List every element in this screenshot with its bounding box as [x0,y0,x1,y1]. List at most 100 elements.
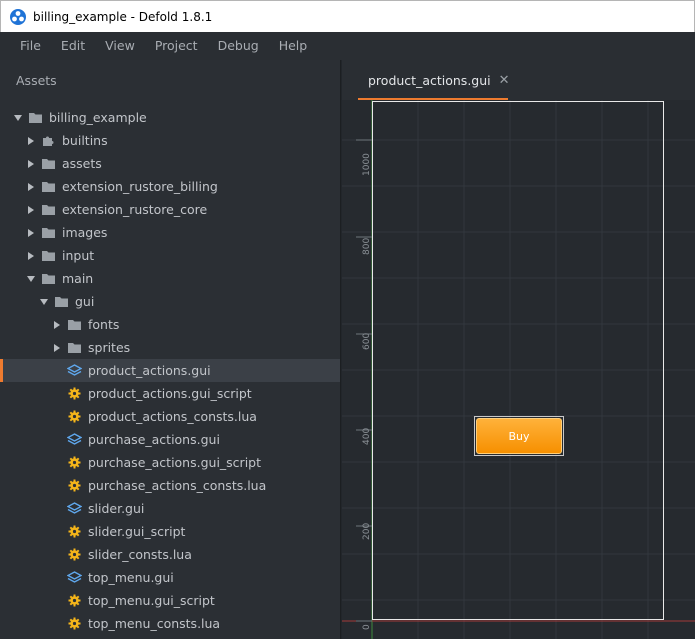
asset-tree-row[interactable]: top_menu.gui [0,566,340,589]
asset-tree-row[interactable]: input [0,244,340,267]
asset-tree-label: purchase_actions.gui [88,432,220,447]
folder-icon [54,295,69,308]
chevron-right-icon[interactable] [25,227,37,239]
asset-tree-row[interactable]: extension_rustore_core [0,198,340,221]
asset-tree-label: sprites [88,340,131,355]
menu-project[interactable]: Project [145,32,208,60]
asset-tree-label: purchase_actions_consts.lua [88,478,267,493]
asset-tree-row[interactable]: purchase_actions_consts.lua [0,474,340,497]
folder-icon [41,180,56,193]
script-file-icon [67,479,82,492]
asset-tree-label: slider_consts.lua [88,547,192,562]
folder-icon [67,341,82,354]
asset-tree-label: slider.gui_script [88,524,186,539]
asset-tree-label: images [62,225,108,240]
asset-tree-label: top_menu_consts.lua [88,616,221,631]
folder-icon [67,318,82,331]
gui-file-icon [67,364,82,377]
tab-label: product_actions.gui [368,72,491,88]
asset-tree-row[interactable]: extension_rustore_billing [0,175,340,198]
folder-icon [41,157,56,170]
chevron-right-icon[interactable] [25,204,37,216]
assets-pane-title: Assets [16,73,57,88]
asset-tree-row[interactable]: product_actions.gui [0,359,340,382]
asset-tree-row[interactable]: top_menu.gui_script [0,589,340,612]
asset-tree-label: slider.gui [88,501,145,516]
buy-button-node[interactable]: Buy [476,418,562,454]
asset-tree-label: product_actions_consts.lua [88,409,257,424]
assets-pane: Assets billing_example builtins assets exte… [0,60,341,639]
asset-tree-row[interactable]: gui [0,290,340,313]
asset-tree-label: product_actions.gui_script [88,386,252,401]
chevron-down-icon[interactable] [38,296,50,308]
tab-product-actions-gui[interactable]: product_actions.gui ✕ [358,60,510,100]
buy-button-label: Buy [508,429,530,443]
script-file-icon [67,456,82,469]
asset-tree-label: top_menu.gui [88,570,174,585]
asset-tree-label: top_menu.gui_script [88,593,215,608]
script-file-icon [67,525,82,538]
chevron-right-icon[interactable] [25,135,37,147]
menu-debug[interactable]: Debug [208,32,269,60]
chevron-down-icon[interactable] [12,112,24,124]
asset-tree-row[interactable]: fonts [0,313,340,336]
chevron-right-icon[interactable] [25,250,37,262]
asset-tree-row[interactable]: images [0,221,340,244]
chevron-right-icon[interactable] [51,319,63,331]
asset-tree-label: product_actions.gui [88,363,211,378]
asset-tree-row[interactable]: purchase_actions.gui_script [0,451,340,474]
ruler-label-600: 600 [362,332,372,350]
chevron-right-icon[interactable] [51,342,63,354]
script-file-icon [67,410,82,423]
scene-grid [342,100,695,639]
builtins-puzzle-icon [41,134,56,147]
asset-tree-row[interactable]: slider.gui_script [0,520,340,543]
editor-area: product_actions.gui ✕ 1000 800 600 400 2… [342,60,695,639]
asset-tree-label: main [62,271,94,286]
asset-tree-label: purchase_actions.gui_script [88,455,262,470]
menu-edit[interactable]: Edit [51,32,95,60]
asset-tree-row[interactable]: slider_consts.lua [0,543,340,566]
asset-tree-row[interactable]: product_actions.gui_script [0,382,340,405]
folder-icon [41,203,56,216]
script-file-icon [67,387,82,400]
script-file-icon [67,617,82,630]
folder-icon [41,226,56,239]
menu-help[interactable]: Help [269,32,318,60]
menu-view[interactable]: View [95,32,145,60]
gui-scene-canvas[interactable]: 1000 800 600 400 200 0 Buy [342,100,695,639]
asset-tree-row[interactable]: purchase_actions.gui [0,428,340,451]
asset-tree: billing_example builtins assets extension_r… [0,106,340,635]
tab-strip: product_actions.gui ✕ [342,60,695,100]
gui-file-icon [67,433,82,446]
window-title: billing_example - Defold 1.8.1 [33,9,213,24]
asset-tree-row[interactable]: builtins [0,129,340,152]
folder-icon [28,111,43,124]
asset-tree-label: fonts [88,317,120,332]
chevron-right-icon[interactable] [25,181,37,193]
defold-logo-icon [10,8,26,25]
ruler-label-400: 400 [362,427,372,445]
asset-tree-label: extension_rustore_billing [62,179,218,194]
asset-tree-label: builtins [62,133,108,148]
tab-close-icon[interactable]: ✕ [499,73,510,88]
asset-tree-row[interactable]: assets [0,152,340,175]
asset-tree-label: input [62,248,95,263]
asset-tree-row[interactable]: slider.gui [0,497,340,520]
asset-tree-row[interactable]: main [0,267,340,290]
asset-tree-row[interactable]: top_menu_consts.lua [0,612,340,635]
asset-tree-label: extension_rustore_core [62,202,208,217]
chevron-right-icon[interactable] [25,158,37,170]
menu-bar: File Edit View Project Debug Help [0,32,695,60]
asset-tree-label: gui [75,294,95,309]
gui-file-icon [67,502,82,515]
folder-icon [41,272,56,285]
asset-tree-label: billing_example [49,110,147,125]
folder-icon [41,249,56,262]
ruler-label-200: 200 [362,522,372,540]
asset-tree-row[interactable]: billing_example [0,106,340,129]
asset-tree-row[interactable]: sprites [0,336,340,359]
menu-file[interactable]: File [10,32,51,60]
asset-tree-row[interactable]: product_actions_consts.lua [0,405,340,428]
chevron-down-icon[interactable] [25,273,37,285]
